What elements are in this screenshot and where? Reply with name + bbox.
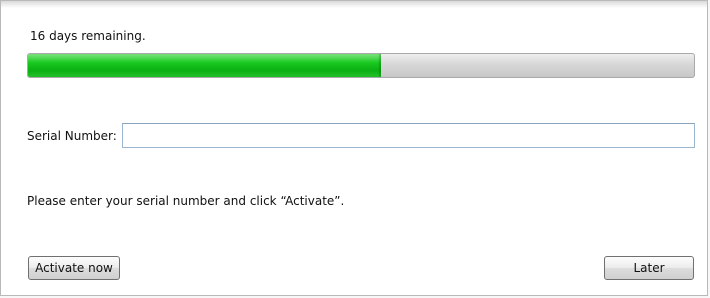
days-remaining-text: 16 days remaining. bbox=[30, 29, 146, 43]
serial-number-label: Serial Number: bbox=[27, 129, 117, 143]
activation-dialog: 16 days remaining. Serial Number: Please… bbox=[0, 0, 708, 296]
trial-progress-fill bbox=[28, 54, 381, 77]
dialog-top-border bbox=[1, 1, 707, 8]
later-button[interactable]: Later bbox=[604, 256, 694, 280]
activation-instruction-text: Please enter your serial number and clic… bbox=[27, 194, 345, 208]
serial-number-input[interactable] bbox=[122, 123, 695, 148]
trial-progress-bar bbox=[27, 53, 695, 78]
activate-now-button[interactable]: Activate now bbox=[28, 256, 120, 280]
